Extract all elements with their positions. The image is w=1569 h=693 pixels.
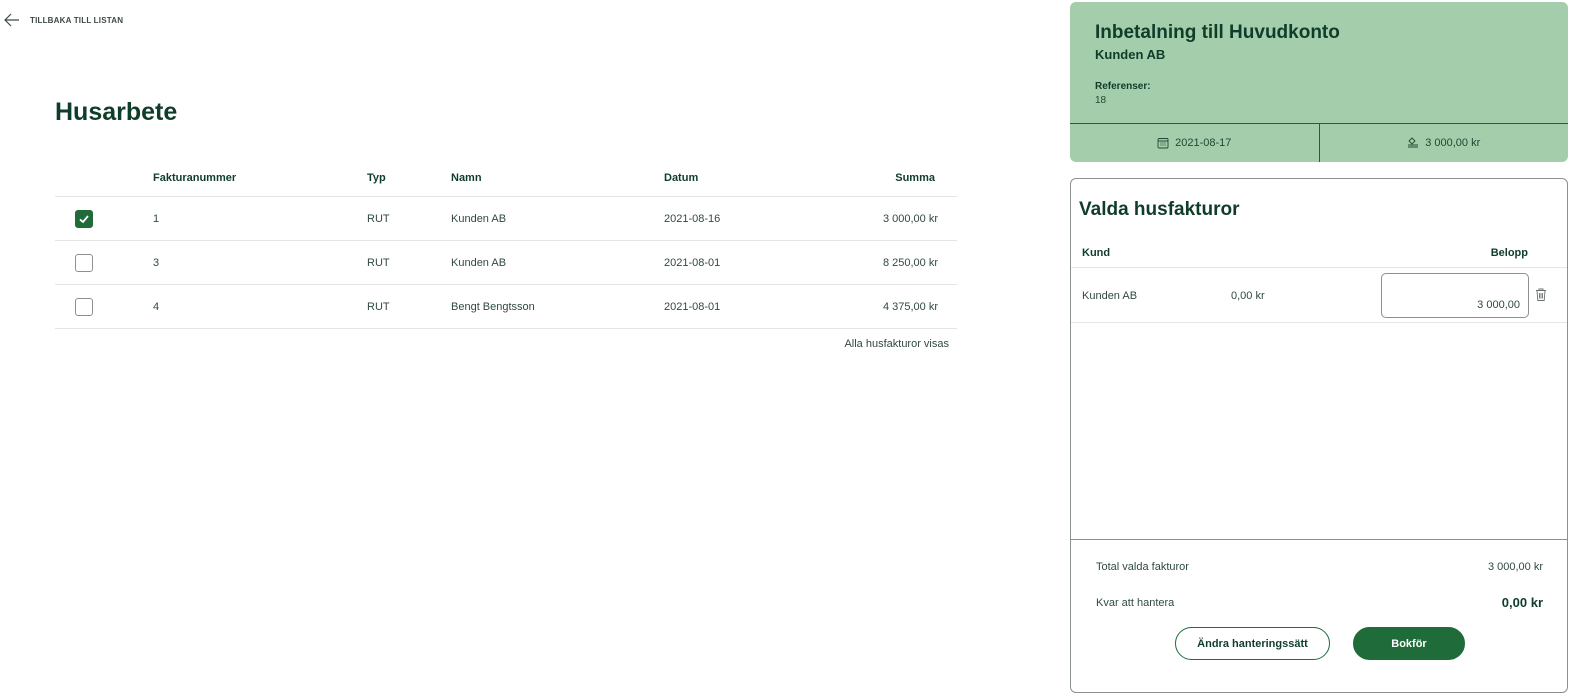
cell-sum: 8 250,00 kr	[882, 256, 938, 269]
cell-name: Kunden AB	[451, 256, 507, 269]
payment-date: 2021-08-17	[1070, 124, 1319, 162]
payment-amount-text: 3 000,00 kr	[1425, 137, 1481, 149]
cell-name: Kunden AB	[451, 212, 507, 225]
amount-input[interactable]	[1381, 273, 1529, 318]
header-type: Typ	[367, 172, 386, 184]
payment-date-text: 2021-08-17	[1175, 137, 1232, 149]
remaining-value: 0,00 kr	[1501, 595, 1543, 610]
selected-invoices-title: Valda husfakturor	[1079, 199, 1240, 220]
check-icon	[79, 214, 89, 223]
cell-type: RUT	[367, 300, 390, 313]
cell-date: 2021-08-01	[664, 256, 721, 269]
references-label: Referenser:	[1095, 81, 1151, 92]
table-row[interactable]: 1 RUT Kunden AB 2021-08-16 3 000,00 kr	[55, 197, 957, 241]
table-row[interactable]: 4 RUT Bengt Bengtsson 2021-08-01 4 375,0…	[55, 285, 957, 329]
back-to-list-link[interactable]: TILLBAKA TILL LISTAN	[4, 12, 123, 28]
payment-card: Inbetalning till Huvudkonto Kunden AB Re…	[1070, 2, 1568, 162]
arrow-left-icon	[4, 13, 19, 27]
selected-invoices-panel: Valda husfakturor Kund Belopp Kunden AB …	[1070, 178, 1568, 693]
total-selected-value: 3 000,00 kr	[1487, 561, 1543, 573]
selected-row: Kunden AB 0,00 kr	[1071, 268, 1567, 323]
cell-invoice-number: 3	[153, 256, 160, 269]
cell-date: 2021-08-16	[664, 212, 721, 225]
total-selected-label: Total valda fakturor	[1096, 561, 1189, 573]
row-checkbox[interactable]	[75, 297, 93, 316]
header-invoice-number: Fakturanummer	[153, 172, 237, 184]
header-customer: Kund	[1082, 247, 1111, 259]
all-invoices-shown-note: Alla husfakturor visas	[844, 338, 949, 350]
cell-sum: 3 000,00 kr	[882, 212, 938, 225]
header-name: Namn	[451, 172, 482, 184]
trash-icon[interactable]	[1534, 287, 1548, 302]
page-title: Husarbete	[55, 98, 178, 126]
header-sum: Summa	[895, 172, 935, 184]
totals-section: Total valda fakturor 3 000,00 kr Kvar at…	[1071, 539, 1567, 610]
header-date: Datum	[664, 172, 699, 184]
coins-icon	[1408, 137, 1419, 148]
change-handling-button[interactable]: Ändra hanteringssätt	[1175, 627, 1330, 660]
selected-remaining: 0,00 kr	[1231, 290, 1265, 302]
cell-date: 2021-08-01	[664, 300, 721, 313]
cell-type: RUT	[367, 212, 390, 225]
cell-sum: 4 375,00 kr	[882, 300, 938, 313]
book-button[interactable]: Bokför	[1353, 627, 1465, 660]
payment-summary: 2021-08-17 3 000,00 kr	[1070, 123, 1568, 162]
header-amount: Belopp	[1490, 247, 1528, 259]
cell-type: RUT	[367, 256, 390, 269]
table-row[interactable]: 3 RUT Kunden AB 2021-08-01 8 250,00 kr	[55, 241, 957, 285]
invoice-table: Fakturanummer Typ Namn Datum Summa 1 RUT…	[55, 160, 957, 329]
row-checkbox[interactable]	[75, 253, 93, 272]
remaining-label: Kvar att hantera	[1096, 597, 1175, 609]
payment-customer: Kunden AB	[1095, 47, 1166, 62]
cell-name: Bengt Bengtsson	[451, 300, 535, 313]
payment-amount: 3 000,00 kr	[1318, 124, 1569, 162]
selected-customer: Kunden AB	[1082, 290, 1138, 302]
back-label: TILLBAKA TILL LISTAN	[30, 15, 124, 25]
calendar-icon	[1157, 138, 1169, 149]
invoice-table-header: Fakturanummer Typ Namn Datum Summa	[55, 160, 957, 197]
cell-invoice-number: 4	[153, 300, 160, 313]
references-value: 18	[1095, 95, 1107, 106]
selected-table-header: Kund Belopp	[1071, 241, 1567, 268]
payment-title: Inbetalning till Huvudkonto	[1095, 22, 1340, 43]
cell-invoice-number: 1	[153, 212, 160, 225]
row-checkbox[interactable]	[75, 209, 93, 228]
